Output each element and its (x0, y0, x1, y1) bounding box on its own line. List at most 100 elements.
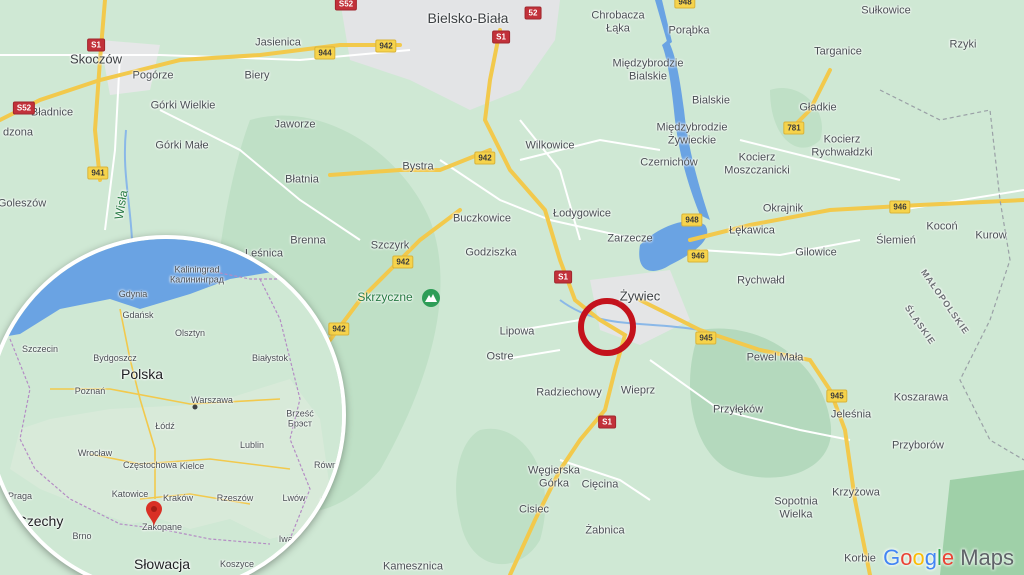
place-label-kocierz-rychwaldzki[interactable]: Kocierz Rychwałdzki (811, 133, 872, 158)
map-canvas[interactable]: Bielsko-Biała Skoczów Pogórze Jasienica Bier… (0, 0, 1024, 575)
place-label-korbie[interactable]: Korbie (844, 553, 876, 566)
inset-country-label: Polska (120, 365, 164, 382)
place-label-cisiec[interactable]: Cisiec (519, 504, 549, 517)
google-letter: G (883, 545, 901, 570)
place-label-kocierz-moszczanicki[interactable]: Kocierz Moszczanicki (724, 151, 789, 176)
inset-label-katowice: Katowice (111, 488, 149, 499)
place-label-pogorze[interactable]: Pogórze (133, 70, 174, 83)
inset-label-lodz: Łódź (155, 420, 175, 431)
place-label-zabnica[interactable]: Żabnica (585, 525, 624, 538)
place-label-sopotnia-wielka[interactable]: Sopotnia Wielka (774, 495, 817, 520)
place-label-jaworze[interactable]: Jaworze (275, 119, 316, 132)
inset-label-slowacja: Słowacja (133, 555, 191, 572)
google-letter: e (941, 545, 955, 570)
place-label-radziechowy[interactable]: Radziechowy (536, 387, 601, 400)
place-label-lodygowice[interactable]: Łodygowice (553, 208, 611, 221)
google-maps-logo: Google Maps (883, 545, 1014, 571)
place-label-godziszka[interactable]: Godziszka (465, 247, 516, 260)
road-shield-r946-a: 946 (687, 249, 709, 263)
place-label-wegierska-gorka[interactable]: Węgierska Górka (528, 464, 580, 489)
road-shield-s1-low: S1 (598, 415, 616, 429)
place-label-bialskie[interactable]: Bialskie (692, 95, 730, 108)
road-shield-r52: 52 (524, 6, 542, 20)
inset-label-czechy: Czechy (16, 512, 64, 529)
inset-label-bydgoszcz: Bydgoszcz (93, 352, 137, 363)
inset-label-bialystok: Białystok (251, 352, 289, 363)
place-label-sulkowice[interactable]: Sułkowice (861, 5, 911, 18)
place-label-targanice[interactable]: Targanice (814, 46, 862, 59)
place-label-kamesznica[interactable]: Kamesznica (383, 561, 443, 574)
place-label-przylekow[interactable]: Przyłęków (713, 404, 763, 417)
inset-label-koszyce: Koszyce (219, 558, 255, 569)
place-label-gilowice[interactable]: Gilowice (795, 247, 837, 260)
road-shield-r942-szczyrk: 942 (392, 255, 414, 269)
place-label-slemien[interactable]: Ślemień (876, 235, 916, 248)
inset-label-kaliningrad: Kaliningrad Калининград (169, 264, 225, 285)
inset-label-brno: Brno (72, 530, 92, 541)
place-label-miedzybrodzie-zywieckie[interactable]: Międzybrodzie Żywieckie (657, 121, 728, 146)
place-label-gladkie[interactable]: Gładkie (799, 102, 836, 115)
road-shield-r946-b: 946 (889, 200, 911, 214)
place-label-skoczow[interactable]: Skoczów (70, 52, 122, 68)
inset-label-krakow: Kraków (162, 492, 194, 503)
road-shield-s1-left: S1 (87, 38, 105, 52)
place-label-okrajnik[interactable]: Okrajnik (763, 203, 803, 216)
road-shield-r942-top: 942 (375, 39, 397, 53)
place-label-biery[interactable]: Biery (244, 70, 269, 83)
place-label-gorki-wielkie[interactable]: Górki Wielkie (151, 100, 216, 113)
inset-label-lublin: Lublin (239, 439, 265, 450)
google-letter: o (912, 545, 925, 570)
inset-label-wroclaw: Wrocław (77, 447, 113, 458)
place-label-zywiec[interactable]: Żywiec (620, 289, 660, 305)
road-shield-r781: 781 (783, 121, 805, 135)
place-label-zarzecze[interactable]: Zarzecze (607, 233, 652, 246)
place-label-jasienica[interactable]: Jasienica (255, 37, 301, 50)
poland-inset-map[interactable]: Polska Gdynia Gdańsk Kaliningrad Калининград… (0, 235, 346, 575)
place-label-rychwald[interactable]: Rychwałd (737, 275, 785, 288)
place-label-czernichow[interactable]: Czernichów (640, 157, 697, 170)
place-label-wilkowice[interactable]: Wilkowice (526, 140, 575, 153)
inset-label-poznan: Poznań (74, 385, 106, 396)
place-label-skrzyczne[interactable]: Skrzyczne (357, 290, 412, 305)
place-label-pewel-mala[interactable]: Pewel Mała (747, 352, 804, 365)
inset-label-lwow: Lwów (282, 492, 306, 503)
inset-label-prague: Praga (7, 490, 33, 501)
place-label-jelesnia[interactable]: Jeleśnia (831, 409, 871, 422)
place-label-blatnia[interactable]: Błatnia (285, 174, 319, 187)
place-label-miedzybrodzie-bialskie[interactable]: Międzybrodzie Bialskie (613, 57, 684, 82)
location-pin-icon[interactable] (144, 501, 164, 527)
road-shield-r948-top: 948 (674, 0, 696, 9)
place-label-bielsko-biala[interactable]: Bielsko-Biała (428, 10, 509, 26)
place-label-buczkowice[interactable]: Buczkowice (453, 213, 511, 226)
place-label-szczyrk[interactable]: Szczyrk (371, 240, 410, 253)
inset-label-brzesc: Brześć Брэст (286, 408, 314, 429)
place-label-goleszow[interactable]: Goleszów (0, 198, 46, 211)
road-shield-s1-mid: S1 (554, 270, 572, 284)
place-label-przyborow[interactable]: Przyborów (892, 440, 944, 453)
inset-label-lutsk: Łuck (320, 495, 340, 506)
place-label-ostre[interactable]: Ostre (487, 351, 514, 364)
place-label-gorki-male[interactable]: Górki Małe (155, 140, 208, 153)
place-label-chrobacza-laka[interactable]: Chrobacza Łąka (591, 9, 644, 34)
place-label-ciecina[interactable]: Cięcina (582, 479, 619, 492)
place-label-bladnice[interactable]: Bładnice (31, 107, 73, 120)
place-label-krzyzowa[interactable]: Krzyżowa (832, 487, 880, 500)
inset-label-iwano: Iwano-F (278, 533, 312, 544)
inset-label-rzeszow: Rzeszów (216, 492, 254, 503)
place-label-kocon[interactable]: Kocoń (926, 221, 957, 234)
place-label-lipowa[interactable]: Lipowa (500, 326, 535, 339)
place-label-rzyki[interactable]: Rzyki (950, 39, 977, 52)
place-label-poraba[interactable]: Porąbka (669, 25, 710, 38)
place-label-bystra[interactable]: Bystra (402, 161, 433, 174)
place-label-koszarawa[interactable]: Koszarawa (894, 392, 948, 405)
road-shield-r945-b: 945 (826, 389, 848, 403)
place-label-wieprz[interactable]: Wieprz (621, 385, 655, 398)
place-label-dzona[interactable]: dzona (3, 127, 33, 140)
inset-label-rowne: Równe (313, 459, 343, 470)
road-shield-r948: 948 (681, 213, 703, 227)
place-label-kurow[interactable]: Kurow (975, 230, 1006, 243)
google-letter: g (924, 545, 937, 570)
place-label-lekawica[interactable]: Łękawica (729, 225, 775, 238)
inset-label-gdansk: Gdańsk (122, 309, 154, 320)
road-shield-s1-top: S1 (492, 30, 510, 44)
